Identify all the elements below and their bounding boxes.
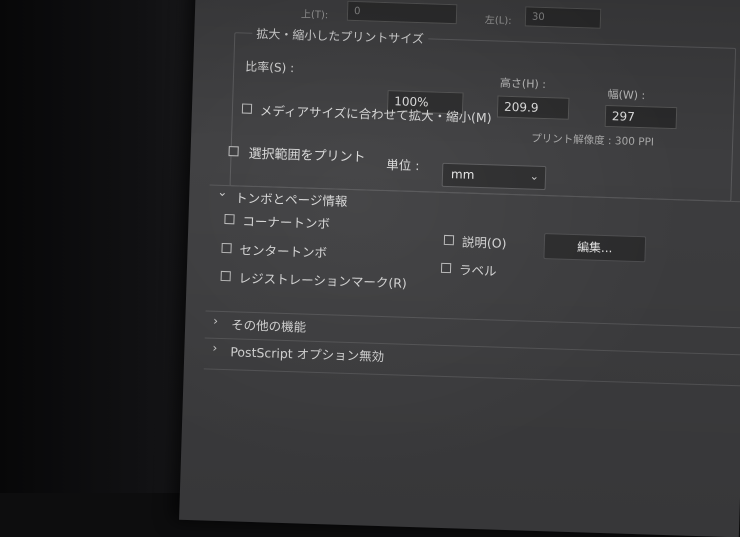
print-settings-panel: 上(T): 0 左(L): 30 拡大・縮小したプリントサイズ 比率(S) : …	[179, 0, 740, 537]
corner-crop-marks-checkbox[interactable]	[224, 214, 235, 225]
fit-media-checkbox[interactable]	[241, 103, 253, 114]
other-functions-title[interactable]: その他の機能	[231, 314, 307, 335]
registration-marks-checkbox[interactable]	[220, 270, 231, 282]
chevron-right-icon[interactable]: ›	[213, 314, 218, 328]
height-input[interactable]: 209.9	[496, 95, 570, 120]
chevron-down-icon[interactable]: ⌄	[217, 185, 227, 199]
corner-crop-marks-label: コーナートンボ	[242, 213, 331, 232]
unit-select-value: mm	[450, 167, 475, 182]
labels-label: ラベル	[458, 262, 497, 279]
section-divider	[203, 368, 740, 387]
top-position-field[interactable]: 0	[346, 0, 458, 25]
center-crop-marks-label: センタートンボ	[239, 242, 328, 261]
center-crop-marks-checkbox[interactable]	[221, 242, 232, 254]
top-position-label: 上(T):	[300, 9, 329, 22]
chevron-right-icon[interactable]: ›	[212, 341, 217, 355]
monitor-bezel	[0, 0, 205, 493]
description-checkbox[interactable]	[443, 234, 455, 246]
chevron-down-icon: ⌄	[529, 169, 540, 183]
print-selection-label: 選択範囲をプリント	[248, 146, 366, 166]
height-label: 高さ(H) :	[499, 76, 547, 92]
unit-label: 単位 :	[386, 157, 420, 174]
print-selection-checkbox[interactable]	[228, 146, 239, 157]
width-input[interactable]: 297	[604, 104, 678, 130]
registration-marks-label: レジストレーションマーク(R)	[238, 270, 408, 291]
description-label: 説明(O)	[461, 234, 507, 251]
unit-select[interactable]: mm ⌄	[441, 162, 547, 191]
width-label: 幅(W) :	[607, 87, 646, 103]
scale-label: 比率(S) :	[245, 59, 295, 76]
left-position-field[interactable]: 30	[524, 6, 602, 29]
postscript-title[interactable]: PostScript オプション無効	[230, 341, 384, 365]
left-position-label: 左(L):	[484, 15, 512, 27]
edit-button[interactable]: 編集...	[543, 233, 647, 263]
labels-checkbox[interactable]	[440, 262, 452, 274]
marks-section-title[interactable]: トンボとページ情報	[235, 187, 348, 210]
